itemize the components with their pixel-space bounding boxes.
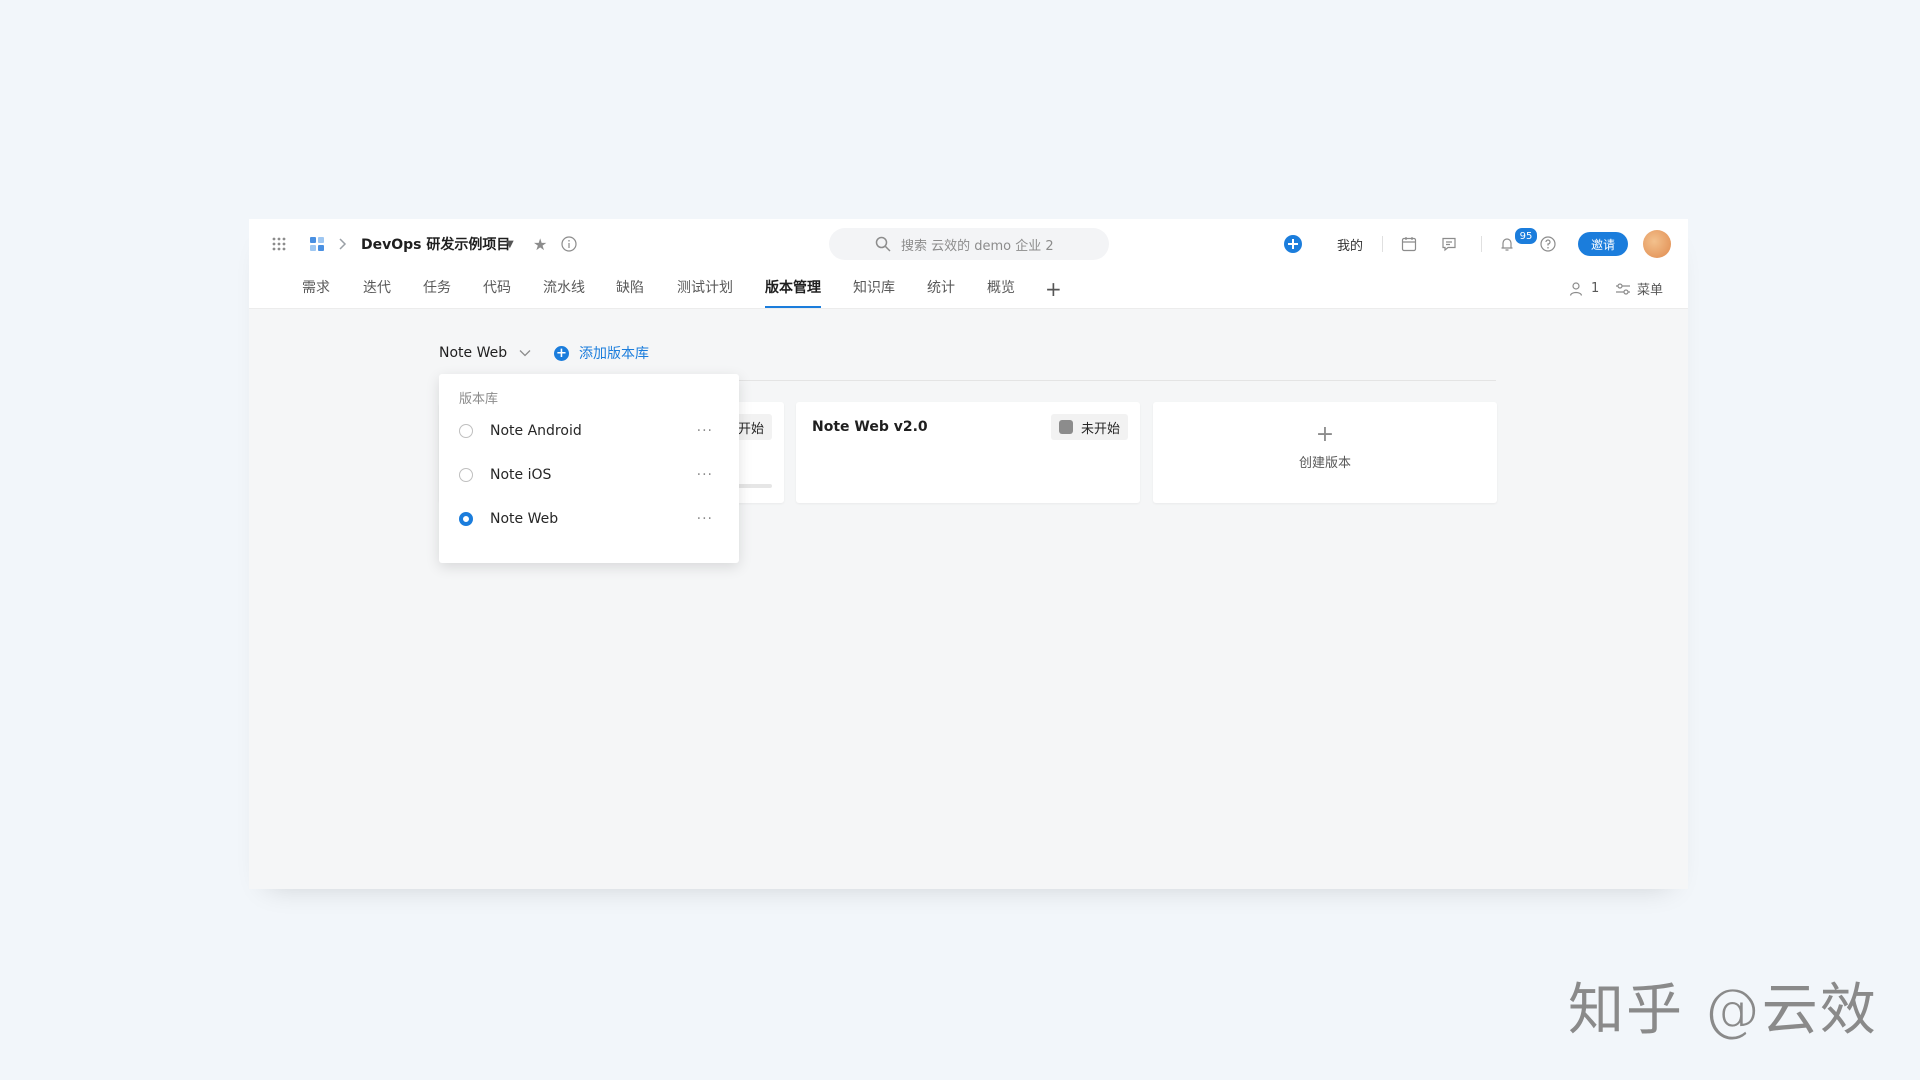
library-selector-label: Note Web [439, 345, 508, 361]
info-icon[interactable] [561, 219, 577, 269]
notification-badge[interactable]: 95 [1514, 227, 1538, 245]
search-icon [875, 236, 891, 252]
create-plus-button[interactable] [1283, 219, 1303, 269]
create-version-card[interactable]: + 创建版本 [1153, 402, 1497, 503]
dropdown-header: 版本库 [459, 392, 499, 407]
radio-button[interactable] [459, 468, 473, 482]
tab-requirements[interactable]: 需求 [302, 269, 330, 308]
avatar[interactable] [1643, 230, 1671, 258]
tab-code[interactable]: 代码 [483, 269, 511, 308]
add-library-button[interactable]: + 添加版本库 [554, 343, 649, 363]
toolbar-divider [1382, 219, 1383, 269]
chevron-down-icon [519, 345, 531, 361]
library-option-label: Note Android [490, 423, 582, 439]
tab-version-management[interactable]: 版本管理 [765, 269, 821, 308]
tab-overview[interactable]: 概览 [987, 269, 1015, 308]
library-option-label: Note iOS [490, 467, 552, 483]
library-dropdown: 版本库 Note Android ··· Note iOS ··· Note W… [439, 374, 739, 563]
add-library-label: 添加版本库 [579, 346, 649, 362]
tab-tasks[interactable]: 任务 [423, 269, 451, 308]
status-badge: 未开始 [1050, 414, 1128, 440]
more-options-icon[interactable]: ··· [697, 467, 713, 483]
tab-test-plan[interactable]: 测试计划 [677, 269, 733, 308]
project-logo-icon[interactable] [309, 219, 325, 269]
radio-button[interactable] [459, 424, 473, 438]
invite-button[interactable]: 邀请 [1578, 232, 1628, 256]
toolbar-divider [1481, 219, 1482, 269]
app-window: DevOps 研发示例项目 ▼ ★ 搜索 云效的 demo 企业 2 我的 95… [249, 219, 1688, 889]
library-option-note-ios[interactable]: Note iOS ··· [439, 453, 739, 497]
menu-label: 菜单 [1637, 283, 1664, 298]
menu-button[interactable]: 菜单 [1615, 269, 1663, 308]
tab-pipeline[interactable]: 流水线 [543, 269, 585, 308]
more-options-icon[interactable]: ··· [697, 511, 713, 527]
library-option-label: Note Web [490, 511, 559, 527]
library-option-note-web[interactable]: Note Web ··· [439, 497, 739, 541]
calendar-icon[interactable] [1401, 219, 1417, 269]
bell-icon[interactable] [1499, 219, 1515, 269]
status-label: 开始 [737, 421, 764, 437]
tab-iterations[interactable]: 迭代 [363, 269, 391, 308]
tab-defects[interactable]: 缺陷 [616, 269, 644, 308]
top-bar: DevOps 研发示例项目 ▼ ★ 搜索 云效的 demo 企业 2 我的 95… [249, 219, 1688, 270]
library-selector[interactable]: Note Web [439, 343, 531, 363]
user-icon [1569, 281, 1583, 296]
plus-circle-icon: + [554, 345, 569, 361]
tab-knowledge-base[interactable]: 知识库 [853, 269, 895, 308]
help-icon[interactable] [1540, 219, 1556, 269]
status-label: 未开始 [1080, 421, 1120, 437]
project-name[interactable]: DevOps 研发示例项目 [361, 219, 510, 269]
breadcrumb-chevron-icon [337, 219, 347, 269]
project-caret-icon[interactable]: ▼ [506, 219, 514, 269]
more-options-icon[interactable]: ··· [697, 423, 713, 439]
create-version-label: 创建版本 [1298, 456, 1351, 471]
mine-link[interactable]: 我的 [1337, 219, 1363, 269]
plus-icon: + [1315, 422, 1335, 447]
members-button[interactable]: 1 [1569, 269, 1599, 308]
member-count: 1 [1591, 281, 1600, 296]
settings-sliders-icon [1616, 282, 1630, 295]
version-title: Note Web v2.0 [812, 419, 928, 435]
search-input[interactable]: 搜索 云效的 demo 企业 2 [829, 228, 1109, 260]
version-card[interactable]: Note Web v2.0 未开始 [796, 402, 1140, 503]
message-icon[interactable] [1441, 219, 1457, 269]
library-option-note-android[interactable]: Note Android ··· [439, 409, 739, 453]
radio-button-selected[interactable] [459, 512, 473, 526]
tab-statistics[interactable]: 统计 [927, 269, 955, 308]
status-icon [1058, 420, 1073, 434]
star-icon[interactable]: ★ [533, 219, 547, 269]
watermark: 知乎 @云效 [1568, 978, 1878, 1043]
add-tab-plus-icon[interactable]: + [1045, 269, 1062, 308]
tab-bar: 需求 迭代 任务 代码 流水线 缺陷 测试计划 版本管理 知识库 统计 概览 +… [249, 269, 1688, 309]
search-placeholder: 搜索 云效的 demo 企业 2 [901, 238, 1054, 254]
apps-grid-icon[interactable] [271, 219, 287, 269]
